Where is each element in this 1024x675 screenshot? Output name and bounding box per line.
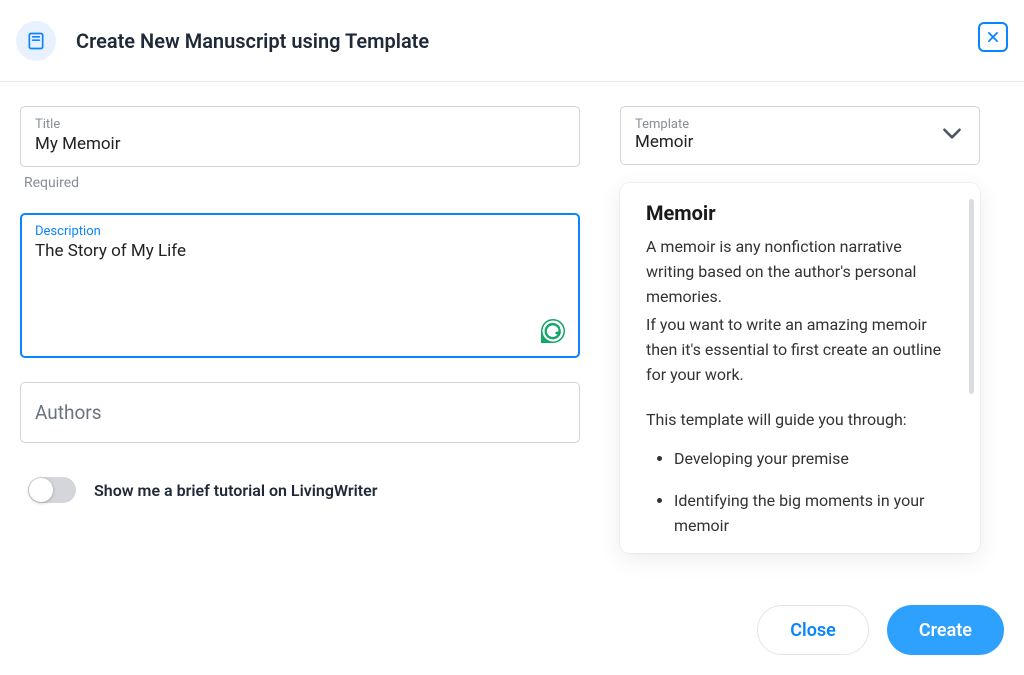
form-column: Title Required Description Authors: [20, 106, 580, 585]
modal-footer: Close Create: [0, 585, 1024, 675]
create-manuscript-modal: Create New Manuscript using Template Tit…: [0, 0, 1024, 675]
authors-placeholder: Authors: [35, 401, 102, 424]
template-dropdown[interactable]: Template Memoir: [620, 106, 980, 165]
modal-header: Create New Manuscript using Template: [0, 0, 1024, 82]
template-bullet: Identifying the big moments in your memo…: [674, 489, 946, 539]
template-para-2: If you want to write an amazing memoir t…: [646, 313, 946, 387]
title-input[interactable]: [35, 134, 565, 154]
template-column: Template Memoir Memoir A memoir is any n…: [620, 106, 980, 585]
close-button[interactable]: Close: [757, 605, 869, 655]
scrollbar[interactable]: [969, 199, 974, 394]
template-dropdown-text: Template Memoir: [635, 117, 693, 152]
authors-field[interactable]: Authors: [20, 382, 580, 443]
chevron-down-icon: [939, 120, 965, 150]
template-para-1: A memoir is any nonfiction narrative wri…: [646, 235, 946, 309]
description-field[interactable]: Description: [20, 213, 580, 358]
header-left: Create New Manuscript using Template: [16, 21, 429, 61]
book-icon: [16, 21, 56, 61]
template-card-title: Memoir: [646, 201, 960, 225]
tutorial-toggle-row: Show me a brief tutorial on LivingWriter: [20, 477, 580, 503]
template-para-3: This template will guide you through:: [646, 408, 946, 433]
template-bullet: Developing your premise: [674, 447, 946, 472]
tutorial-toggle-label: Show me a brief tutorial on LivingWriter: [94, 481, 377, 500]
template-description-card: Memoir A memoir is any nonfiction narrat…: [620, 183, 980, 553]
title-field[interactable]: Title: [20, 106, 580, 167]
description-label: Description: [35, 224, 565, 239]
template-bullets: Developing your premise Identifying the …: [646, 447, 946, 539]
close-icon[interactable]: [978, 22, 1008, 52]
template-label: Template: [635, 117, 693, 132]
create-button[interactable]: Create: [887, 605, 1004, 655]
grammarly-icon[interactable]: [536, 314, 568, 346]
template-value: Memoir: [635, 132, 693, 152]
description-input[interactable]: [35, 241, 565, 341]
modal-body: Title Required Description Authors: [0, 82, 1024, 585]
title-helper: Required: [24, 175, 580, 191]
page-title: Create New Manuscript using Template: [76, 29, 429, 53]
template-card-body: A memoir is any nonfiction narrative wri…: [646, 235, 960, 539]
title-label: Title: [35, 117, 565, 132]
tutorial-toggle[interactable]: [28, 477, 76, 503]
toggle-knob: [29, 478, 53, 502]
